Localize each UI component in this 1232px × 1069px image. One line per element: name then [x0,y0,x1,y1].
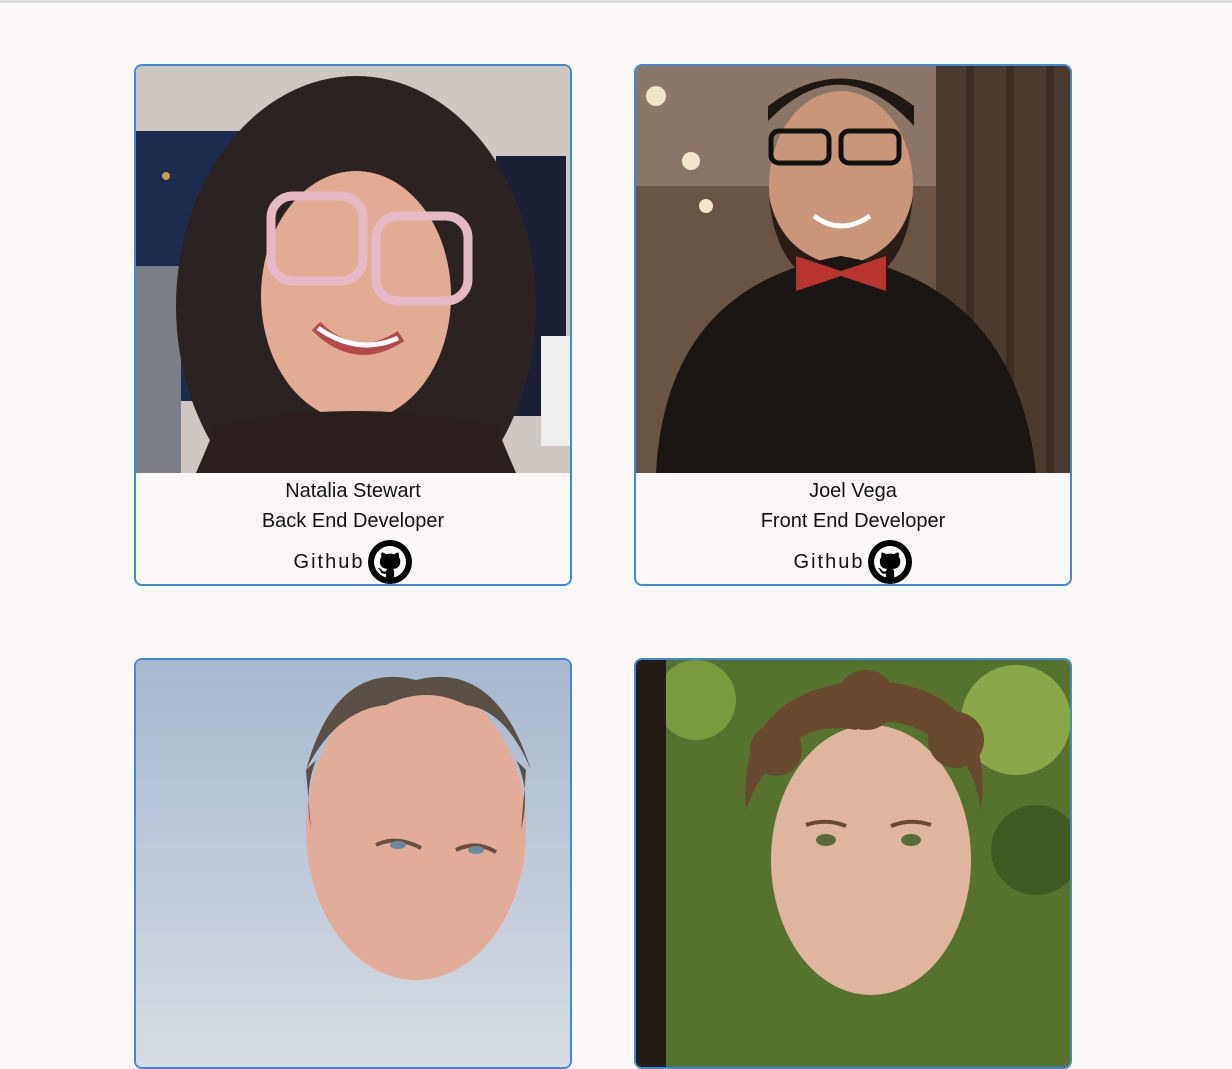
team-grid: Natalia Stewart Back End Developer Githu… [0,0,1232,1069]
github-link[interactable]: Github [794,540,913,584]
member-name: Joel Vega [809,480,897,502]
member-role: Back End Developer [261,510,445,532]
member-photo [136,66,570,473]
member-info: Joel Vega Front End Developer Github [636,473,1070,584]
team-card: Natalia Stewart Back End Developer Githu… [134,64,572,586]
github-link[interactable]: Github [294,540,413,584]
member-photo [636,66,1070,473]
member-info: Natalia Stewart Back End Developer Githu… [136,473,570,584]
team-card [634,658,1072,1069]
github-icon [868,540,913,584]
member-photo [636,660,1070,1067]
member-photo [136,660,570,1067]
member-name: Natalia Stewart [285,480,421,502]
team-card [134,658,572,1069]
github-link-label: Github [793,550,865,573]
github-icon [368,540,413,584]
member-role: Front End Developer [760,510,946,532]
team-card: Joel Vega Front End Developer Github [634,64,1072,586]
github-link-label: Github [293,550,365,573]
